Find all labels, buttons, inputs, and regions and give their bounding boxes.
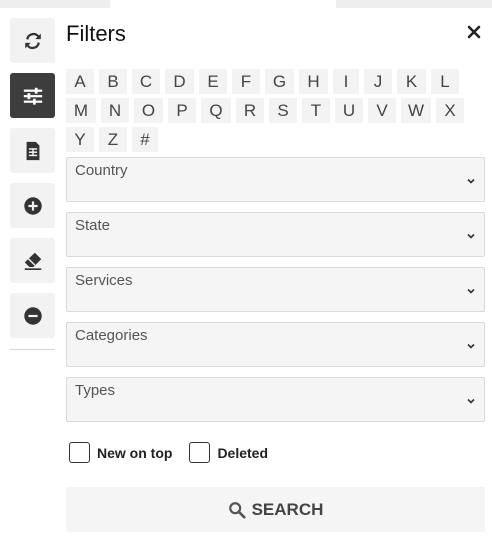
- letter-filter-z[interactable]: Z: [99, 127, 127, 152]
- letter-filter-h[interactable]: H: [299, 69, 328, 94]
- filters-button[interactable]: [10, 73, 55, 118]
- letter-filter-e[interactable]: E: [199, 69, 227, 94]
- letter-filter-a[interactable]: A: [66, 69, 94, 94]
- deleted-checkbox[interactable]: Deleted: [189, 442, 268, 463]
- letter-filter-q[interactable]: Q: [201, 98, 231, 123]
- letter-filter-v[interactable]: V: [368, 98, 396, 123]
- categories-label: Categories: [75, 327, 148, 344]
- letter-filter-y[interactable]: Y: [66, 127, 94, 152]
- filter-dropdowns: Country State Services Categories Types: [66, 157, 486, 432]
- page-title: Filters: [66, 21, 126, 46]
- categories-select[interactable]: Categories: [66, 322, 485, 367]
- country-select[interactable]: Country: [66, 157, 485, 202]
- deleted-label: Deleted: [217, 444, 269, 461]
- types-label: Types: [75, 382, 116, 399]
- types-select[interactable]: Types: [66, 377, 485, 422]
- letter-filter-n[interactable]: N: [101, 98, 129, 123]
- services-label: Services: [75, 272, 133, 289]
- letter-filter-s[interactable]: S: [269, 98, 297, 123]
- services-select[interactable]: Services: [66, 267, 485, 312]
- checkbox-box[interactable]: [69, 442, 90, 463]
- remove-button[interactable]: [10, 293, 55, 338]
- new-on-top-label: New on top: [97, 444, 173, 461]
- close-button[interactable]: [464, 22, 484, 42]
- add-button[interactable]: [10, 183, 55, 228]
- letter-filter-l[interactable]: L: [431, 69, 459, 94]
- letter-filter-m[interactable]: M: [66, 98, 96, 123]
- search-icon: [228, 501, 246, 519]
- clear-filters-button[interactable]: [10, 238, 55, 283]
- letter-filter-b[interactable]: B: [99, 69, 127, 94]
- state-label: State: [75, 217, 111, 234]
- letter-row: Y Z #: [66, 127, 486, 152]
- top-tab-strip: [0, 0, 110, 8]
- letter-filter-p[interactable]: P: [168, 98, 196, 123]
- letter-row: MNOPQRSTUVWX: [66, 98, 486, 123]
- letter-filter-j[interactable]: J: [364, 69, 392, 94]
- letter-filter-f[interactable]: F: [232, 69, 260, 94]
- sidebar-toolbar: [10, 18, 55, 350]
- eraser-icon: [24, 252, 41, 270]
- checkbox-box[interactable]: [189, 442, 211, 463]
- plus-circle-icon: [23, 196, 42, 215]
- alphabet-filter: A B C D E F G H I J K L M N O P Q R S T U V W X Y Z #: [66, 69, 486, 156]
- letter-filter-t[interactable]: T: [302, 98, 330, 123]
- letter-filter-d[interactable]: D: [165, 69, 194, 94]
- country-label: Country: [75, 162, 128, 179]
- search-label: SEARCH: [251, 499, 324, 519]
- letter-row: ABCDEFGHIJKL: [66, 69, 486, 94]
- letter-filter-hash[interactable]: #: [132, 127, 158, 152]
- refresh-button[interactable]: [10, 18, 55, 63]
- sliders-icon: [23, 87, 42, 105]
- letter-filter-k[interactable]: K: [397, 69, 426, 94]
- spreadsheet-icon: [26, 141, 39, 160]
- letter-filter-c[interactable]: C: [132, 69, 160, 94]
- letter-filter-o[interactable]: O: [134, 98, 163, 123]
- sidebar-divider: [10, 349, 55, 350]
- letter-filter-x[interactable]: X: [436, 98, 464, 123]
- chevron-down-icon: [467, 398, 475, 404]
- letter-filter-g[interactable]: G: [265, 69, 294, 94]
- minus-circle-icon: [23, 306, 42, 325]
- export-spreadsheet-button[interactable]: [10, 128, 55, 173]
- state-select[interactable]: State: [66, 212, 485, 257]
- chevron-down-icon: [467, 178, 475, 184]
- chevron-down-icon: [467, 233, 475, 239]
- new-on-top-checkbox[interactable]: New on top: [69, 442, 172, 463]
- filter-options: New on top Deleted: [69, 442, 285, 463]
- chevron-down-icon: [467, 343, 475, 349]
- chevron-down-icon: [467, 288, 475, 294]
- refresh-icon: [24, 32, 41, 49]
- letter-filter-r[interactable]: R: [236, 98, 264, 123]
- letter-filter-u[interactable]: U: [335, 98, 363, 123]
- search-button[interactable]: SEARCH: [66, 487, 485, 532]
- top-tab-strip-right: [336, 0, 492, 8]
- letter-filter-w[interactable]: W: [401, 98, 431, 123]
- letter-filter-i[interactable]: I: [333, 69, 359, 94]
- close-icon: [467, 25, 481, 39]
